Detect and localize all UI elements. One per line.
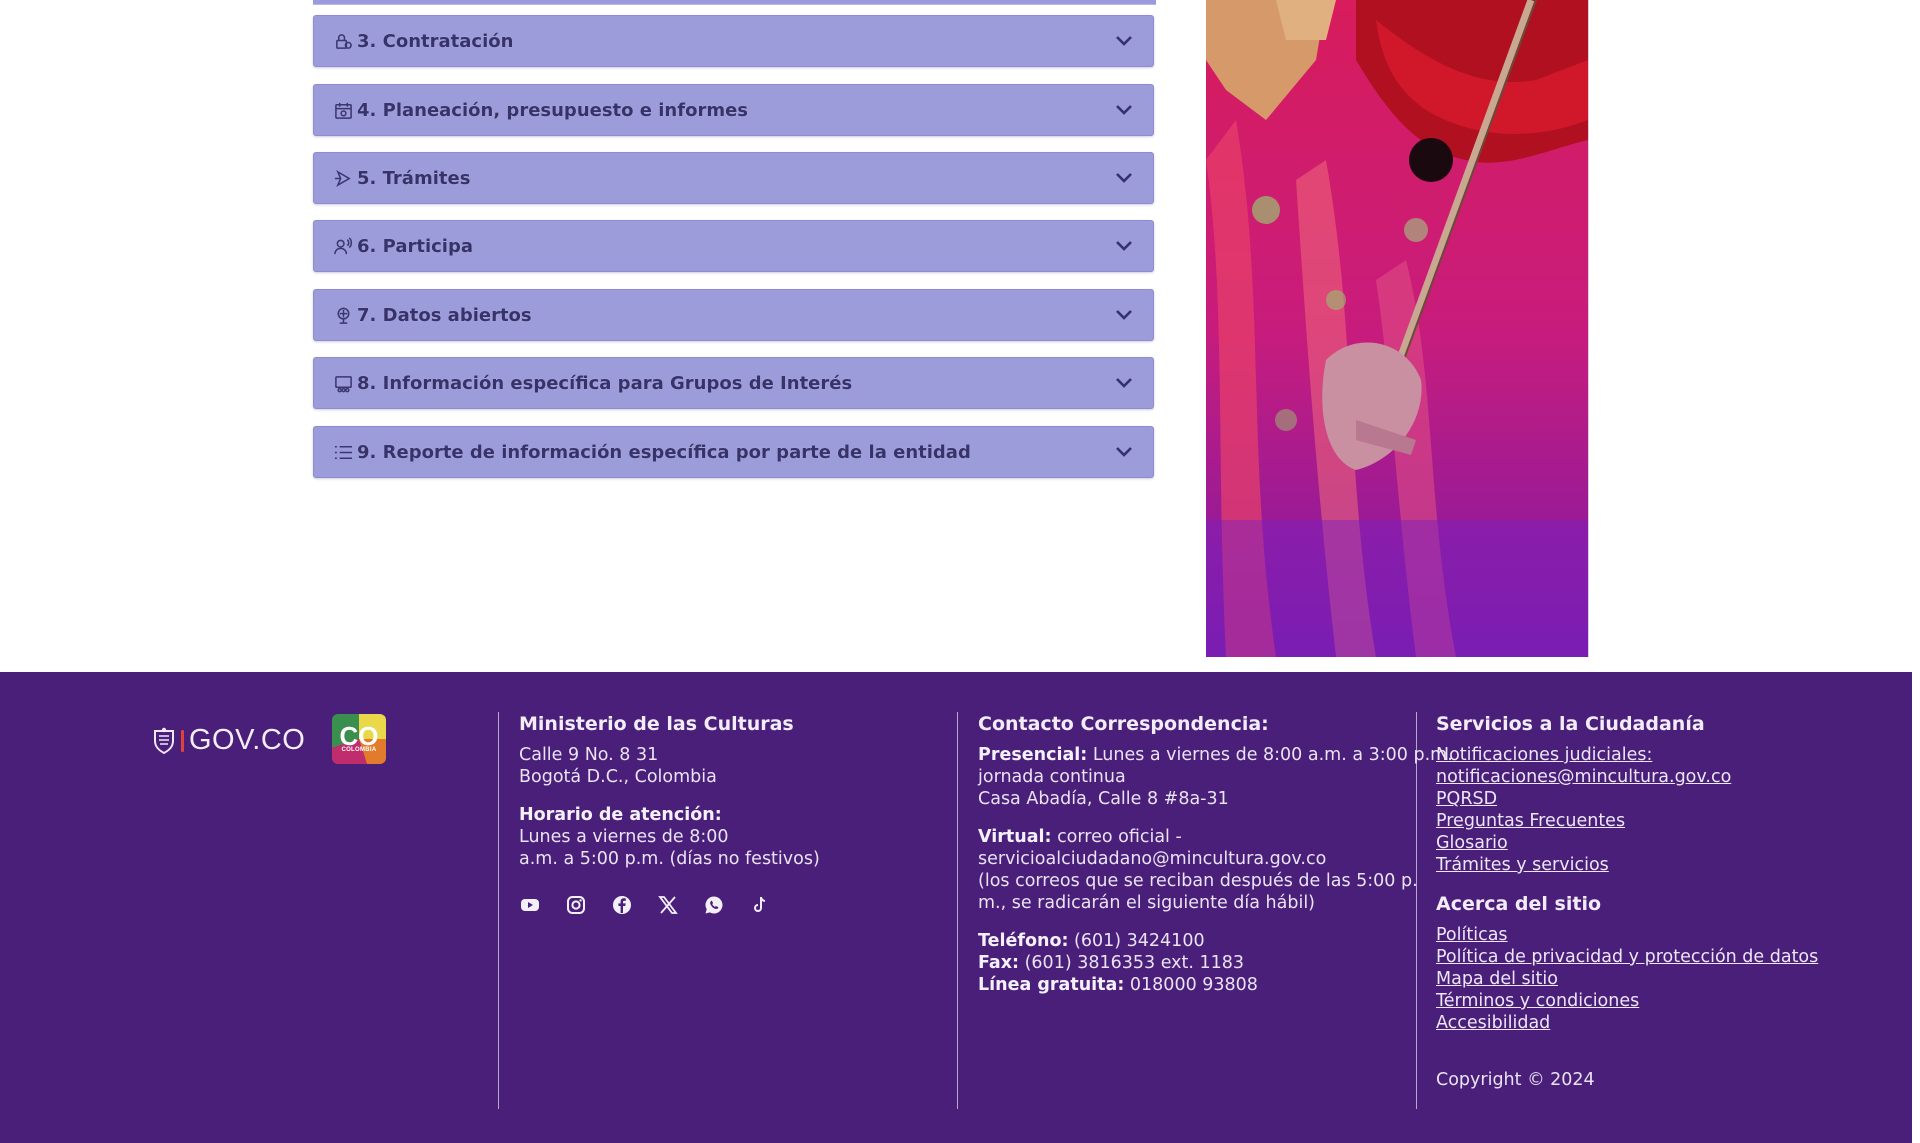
hours-line: a.m. a 5:00 p.m. (días no festivos) [519,849,820,869]
ministry-title: Ministerio de las Culturas [519,713,794,735]
virtual-label: Virtual: [978,827,1052,847]
participate-people-icon [333,236,353,256]
link-privacidad[interactable]: Política de privacidad y protección de d… [1436,946,1818,968]
phone-label: Teléfono: [978,931,1069,951]
interest-groups-icon [333,373,353,393]
colombia-crest-icon [154,727,174,754]
tiktok-icon[interactable] [749,894,771,916]
accordion-label: 5. Trámites [357,167,471,189]
calendar-icon [333,100,353,120]
accordion-label: 8. Información específica para Grupos de… [357,372,853,394]
contract-lock-icon [333,31,353,51]
chevron-down-icon[interactable] [1113,166,1135,188]
accordion-label: 6. Participa [357,235,474,257]
chevron-down-icon[interactable] [1113,98,1135,120]
link-mapa-sitio[interactable]: Mapa del sitio [1436,968,1818,990]
whatsapp-icon[interactable] [703,894,725,916]
fax-label: Fax: [978,953,1020,973]
colombia-co-logo[interactable]: CO COLOMBIA [332,714,386,764]
link-tramites-servicios[interactable]: Trámites y servicios [1436,854,1818,876]
chevron-down-icon[interactable] [1113,29,1135,51]
co-logo-subtext: COLOMBIA [341,747,377,753]
footer-divider [498,712,499,1109]
youtube-icon[interactable] [519,894,541,916]
hours-line: Lunes a viernes de 8:00 [519,827,729,847]
link-accesibilidad[interactable]: Accesibilidad [1436,1012,1818,1034]
social-links [519,894,795,916]
footer-contact-column: Contacto Correspondencia: Presencial: Lu… [978,712,1453,1012]
ministry-address-line: Bogotá D.C., Colombia [519,767,717,787]
violinist-photo [1206,0,1589,657]
free-line-label: Línea gratuita: [978,975,1125,995]
link-pqrsd[interactable]: PQRSD [1436,788,1818,810]
facebook-icon[interactable] [611,894,633,916]
link-preguntas-frecuentes[interactable]: Preguntas Frecuentes [1436,810,1818,832]
instagram-icon[interactable] [565,894,587,916]
about-title: Acerca del sitio [1436,893,1602,915]
gov-logo-text: GOV.CO [189,724,306,756]
accordion-item-tramites[interactable]: 5. Trámites [313,152,1154,204]
link-notificaciones-email[interactable]: notificaciones@mincultura.gov.co [1436,766,1818,788]
phone-number: (601) 3424100 [1068,931,1205,951]
page-right-edge [1912,672,1920,1143]
link-notificaciones-judiciales[interactable]: Notificaciones judiciales: [1436,744,1818,766]
procedure-arrow-icon [333,168,353,188]
virtual-email: servicioalciudadano@mincultura.gov.co [978,849,1327,869]
chevron-down-icon[interactable] [1113,371,1135,393]
accordion-label: 7. Datos abiertos [357,304,532,326]
link-glosario[interactable]: Glosario [1436,832,1818,854]
accordion-item-datos-abiertos[interactable]: 7. Datos abiertos [313,289,1154,341]
x-icon[interactable] [657,894,679,916]
virtual-note: (los correos que se reciban después de l… [978,871,1418,891]
virtual-text: correo oficial - [1051,827,1182,847]
presencial-text: jornada continua [978,767,1126,787]
virtual-note: m., se radicarán el siguiente día hábil) [978,893,1316,913]
gov-co-logo[interactable]: GOV.CO [151,724,305,757]
ministry-address-line: Calle 9 No. 8 31 [519,745,659,765]
accordion-item-planeacion[interactable]: 4. Planeación, presupuesto e informes [313,84,1154,136]
copyright-text: Copyright © 2024 [1436,1070,1595,1090]
footer-ministry-column: Ministerio de las Culturas Calle 9 No. 8… [519,712,820,886]
violinist-illustration [1206,0,1588,657]
free-line-number: 018000 93808 [1124,975,1258,995]
link-politicas[interactable]: Políticas [1436,924,1818,946]
accordion-label: 9. Reporte de información específica por… [357,441,971,463]
footer-services-column: Servicios a la Ciudadanía Notificaciones… [1436,712,1818,1050]
list-icon [333,442,353,462]
link-terminos[interactable]: Términos y condiciones [1436,990,1818,1012]
chevron-down-icon[interactable] [1113,440,1135,462]
open-data-icon [333,305,353,325]
chevron-down-icon[interactable] [1113,234,1135,256]
accordion-item-contratacion[interactable]: 3. Contratación [313,15,1154,67]
hours-title: Horario de atención: [519,805,722,825]
footer-divider [957,712,958,1109]
site-footer: GOV.CO CO COLOMBIA Ministerio de las Cul… [0,672,1912,1143]
accordion-previous-item-edge [313,0,1156,5]
accordion-item-participa[interactable]: 6. Participa [313,220,1154,272]
presencial-address: Casa Abadía, Calle 8 #8a-31 [978,789,1229,809]
chevron-down-icon[interactable] [1113,303,1135,325]
fax-number: (601) 3816353 ext. 1183 [1019,953,1245,973]
co-logo-text: CO [339,721,379,751]
presencial-text: Lunes a viernes de 8:00 a.m. a 3:00 p.m. [1087,745,1453,765]
gov-logo-separator [181,729,184,752]
services-title: Servicios a la Ciudadanía [1436,713,1705,735]
accordion-item-reporte-entidad[interactable]: 9. Reporte de información específica por… [313,426,1154,478]
contact-title: Contacto Correspondencia: [978,713,1269,735]
accordion-label: 4. Planeación, presupuesto e informes [357,99,748,121]
accordion-label: 3. Contratación [357,30,514,52]
presencial-label: Presencial: [978,745,1088,765]
accordion-item-grupos-interes[interactable]: 8. Información específica para Grupos de… [313,357,1154,409]
